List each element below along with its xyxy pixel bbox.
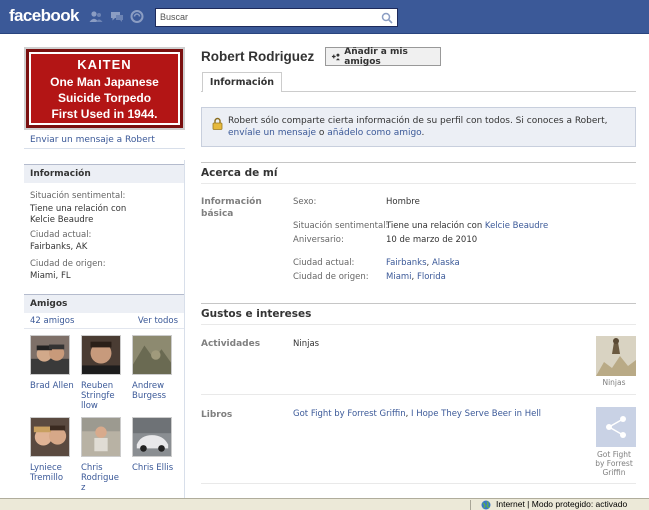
- divider: [24, 328, 185, 329]
- poster-line-4: First Used in 1944.: [51, 107, 158, 121]
- relationship-field: Tiene una relación con Kelcie Beaudre: [386, 221, 548, 231]
- ninjas-thumbnail[interactable]: [596, 336, 636, 376]
- privacy-notice: Robert sólo comparte cierta información …: [201, 107, 636, 147]
- friend-name[interactable]: Lyniece Tremillo: [30, 463, 74, 483]
- divider: [24, 148, 185, 149]
- profile-name: Robert Rodriguez: [201, 49, 315, 64]
- add-friend-icon: [331, 53, 340, 61]
- see-all-friends-link[interactable]: Ver todos: [138, 316, 178, 326]
- city-field: Fairbanks, Alaska: [386, 258, 460, 268]
- friends-count-link[interactable]: 42 amigos: [30, 316, 74, 326]
- friend-avatar[interactable]: [81, 417, 121, 457]
- sidebar-relationship-label: Situación sentimental:: [30, 191, 126, 201]
- hometown-field: Miami, Florida: [386, 272, 446, 282]
- sex-label: Sexo:: [293, 197, 317, 207]
- friend-item[interactable]: Andrew Burgess: [132, 335, 176, 401]
- friend-avatar[interactable]: [132, 335, 172, 375]
- kaiten-poster-image: KAITEN One Man Japanese Suicide Torpedo …: [29, 52, 180, 125]
- books-field: Got Fight by Forrest Griffin, I Hope The…: [293, 409, 542, 419]
- city-label: Ciudad actual:: [293, 258, 355, 268]
- facebook-logo[interactable]: facebook: [9, 6, 79, 26]
- globe-icon: [481, 500, 491, 510]
- friend-name[interactable]: Chris Rodrigue z: [81, 463, 125, 493]
- friend-avatar[interactable]: [132, 417, 172, 457]
- friend-name[interactable]: Brad Allen: [30, 381, 74, 391]
- friend-name[interactable]: Andrew Burgess: [132, 381, 176, 401]
- friend-item[interactable]: Lyniece Tremillo: [30, 417, 74, 483]
- poster-line-2: One Man Japanese: [50, 75, 159, 89]
- anniversary-label: Aniversario:: [293, 235, 344, 245]
- search-placeholder: Buscar: [160, 12, 189, 22]
- friend-item[interactable]: Chris Rodrigue z: [81, 417, 125, 493]
- sidebar-friends-title: Amigos: [24, 294, 185, 313]
- state-link[interactable]: Alaska: [432, 258, 460, 268]
- tab-info[interactable]: Información: [202, 72, 282, 92]
- about-section-title: Acerca de mí: [201, 162, 636, 184]
- relationship-label: Situación sentimental:: [293, 221, 389, 231]
- activities-label: Actividades: [201, 339, 261, 349]
- lock-icon: [212, 117, 223, 130]
- sidebar-relationship-value: Tiene una relación con: [30, 204, 127, 214]
- profile-picture[interactable]: KAITEN One Man Japanese Suicide Torpedo …: [24, 47, 185, 130]
- books-label: Libros: [201, 410, 233, 420]
- book-placeholder-icon[interactable]: [596, 407, 636, 447]
- city-link[interactable]: Fairbanks: [386, 258, 427, 268]
- likes-section-title: Gustos e intereses: [201, 303, 636, 325]
- notice-conjunction: o: [316, 128, 328, 138]
- relationship-partner-link[interactable]: Kelcie Beaudre: [485, 221, 548, 231]
- sidebar-city-label: Ciudad actual:: [30, 230, 92, 240]
- activity-ninjas-link[interactable]: Ninjas: [293, 339, 319, 349]
- notice-text: Robert sólo comparte cierta información …: [228, 116, 608, 126]
- sidebar-info-title: Información: [24, 164, 185, 183]
- search-input[interactable]: Buscar: [155, 8, 398, 27]
- top-bar: facebook Buscar: [0, 0, 649, 34]
- friend-avatar[interactable]: [30, 335, 70, 375]
- send-message-notice-link[interactable]: envíale un mensaje: [228, 128, 316, 138]
- basic-info-label: Información básica: [201, 197, 262, 219]
- friend-item[interactable]: Chris Ellis: [132, 417, 176, 473]
- friend-requests-icon[interactable]: [89, 10, 103, 23]
- friend-name[interactable]: Chris Ellis: [132, 463, 176, 473]
- relationship-value: Tiene una relación con: [386, 221, 483, 231]
- sidebar-hometown-value: Miami, FL: [30, 271, 71, 281]
- divider: [201, 483, 636, 484]
- hometown-state-link[interactable]: Florida: [417, 272, 446, 282]
- hometown-city-link[interactable]: Miami: [386, 272, 412, 282]
- sidebar-city-value: Fairbanks, AK: [30, 242, 88, 252]
- search-icon[interactable]: [381, 12, 393, 24]
- anniversary-value: 10 de marzo de 2010: [386, 235, 478, 245]
- notice-end: .: [421, 128, 425, 138]
- poster-line-1: KAITEN: [77, 57, 132, 72]
- ninjas-caption: Ninjas: [602, 378, 626, 387]
- book-got-fight-link[interactable]: Got Fight by Forrest Griffin: [293, 409, 406, 419]
- hometown-label: Ciudad de origen:: [293, 272, 369, 282]
- add-friend-button[interactable]: Añadir a mis amigos: [325, 46, 441, 67]
- friend-avatar[interactable]: [81, 335, 121, 375]
- sex-value: Hombre: [386, 197, 420, 207]
- friend-item[interactable]: Reuben Stringfe llow: [81, 335, 125, 411]
- send-message-link[interactable]: Enviar un mensaje a Robert: [30, 135, 155, 145]
- status-zone-text: Internet | Modo protegido: activado: [496, 499, 628, 509]
- friend-name[interactable]: Reuben Stringfe llow: [81, 381, 125, 411]
- add-friend-label: Añadir a mis amigos: [344, 46, 408, 67]
- sidebar-hometown-label: Ciudad de origen:: [30, 259, 106, 269]
- browser-status-bar: Internet | Modo protegido: activado: [0, 498, 649, 510]
- left-column-border: [184, 160, 185, 510]
- book-thumb-caption: Got Fight by Forrest Griffin: [595, 450, 633, 477]
- friend-item[interactable]: Brad Allen: [30, 335, 74, 391]
- messages-icon[interactable]: [110, 10, 124, 23]
- sidebar-relationship-partner-link[interactable]: Kelcie Beaudre: [30, 215, 93, 225]
- book-beer-in-hell-link[interactable]: I Hope They Serve Beer in Hell: [411, 409, 541, 419]
- status-divider: [470, 500, 471, 510]
- poster-line-3: Suicide Torpedo: [57, 91, 152, 105]
- notifications-icon[interactable]: [130, 10, 144, 23]
- friend-avatar[interactable]: [30, 417, 70, 457]
- divider: [201, 394, 636, 395]
- add-friend-notice-link[interactable]: añádelo como amigo: [327, 128, 421, 138]
